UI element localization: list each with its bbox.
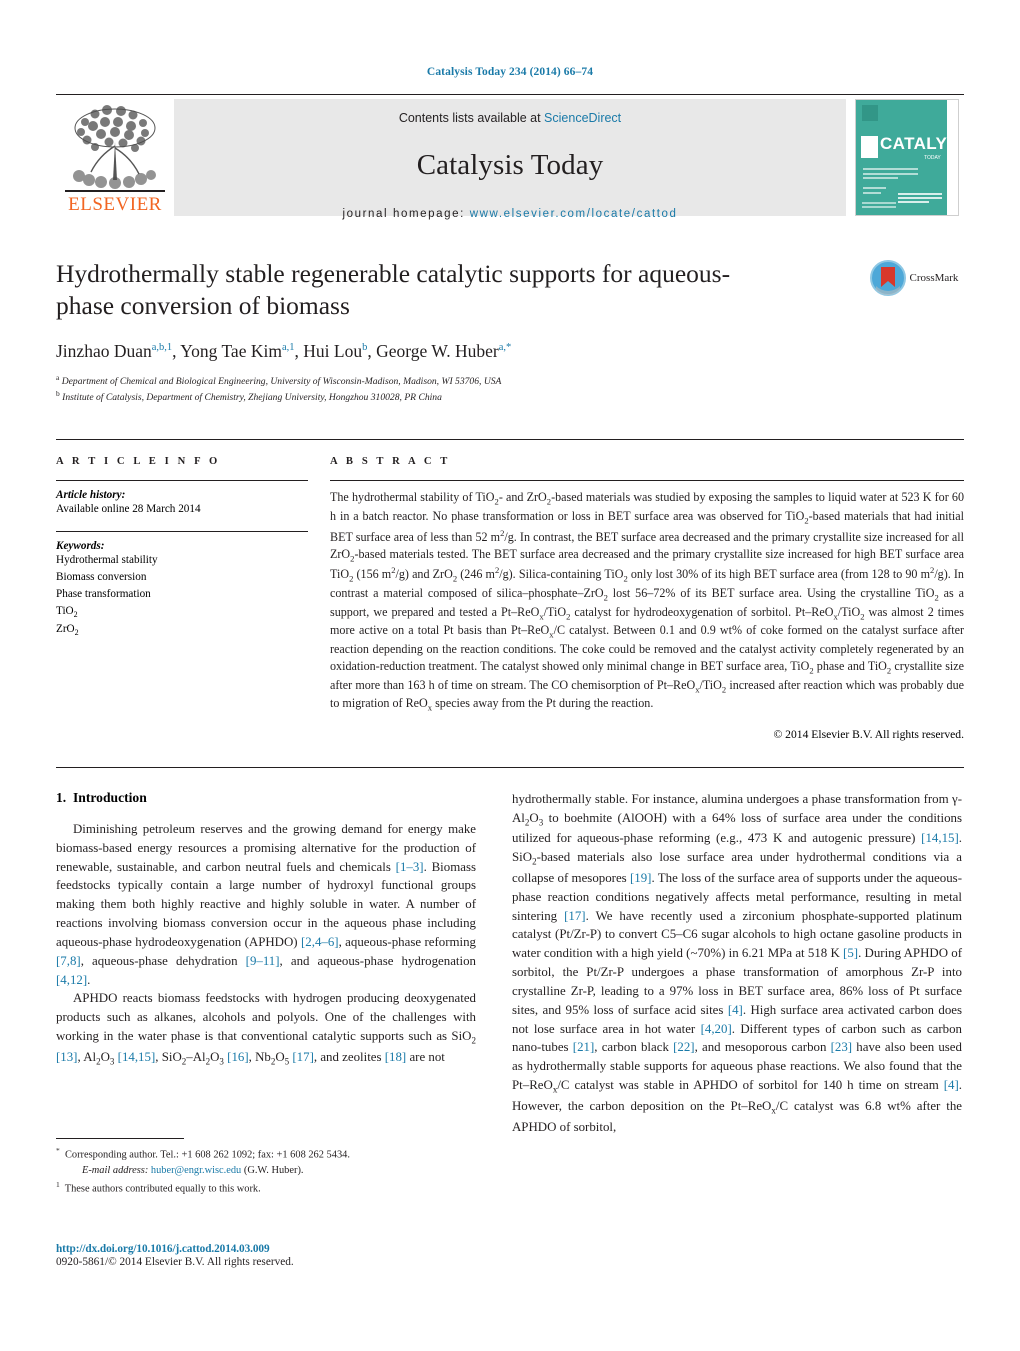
author-list: Jinzhao Duana,b,1, Yong Tae Kima,1, Hui … — [56, 341, 512, 362]
affiliation-b-text: Institute of Catalysis, Department of Ch… — [62, 392, 442, 404]
divider — [56, 531, 308, 533]
article-page: Catalysis Today 234 (2014) 66–74 ELSEVIE… — [0, 0, 1020, 1351]
homepage-url-link[interactable]: www.elsevier.com/locate/cattod — [470, 208, 678, 220]
keywords-label: Keywords: — [56, 540, 105, 553]
doi-link[interactable]: http://dx.doi.org/10.1016/j.cattod.2014.… — [56, 1243, 536, 1255]
affiliation-a: a Department of Chemical and Biological … — [56, 373, 502, 388]
article-info-heading: A R T I C L E I N F O — [56, 456, 221, 468]
affiliations: a Department of Chemical and Biological … — [56, 373, 964, 405]
keywords-list: Hydrothermal stability Biomass conversio… — [56, 552, 308, 639]
journal-masthead: ELSEVIER Contents lists available at Sci… — [56, 94, 964, 220]
copyright-line: © 2014 Elsevier B.V. All rights reserved… — [773, 727, 964, 741]
footnote-rule — [56, 1138, 184, 1139]
footnote-corresponding-author: * Corresponding author. Tel.: +1 608 262… — [56, 1146, 350, 1161]
footnote-equal-contribution: 1 These authors contributed equally to t… — [56, 1179, 261, 1195]
cover-sciencedirect-mark — [898, 193, 942, 205]
running-head: Catalysis Today 234 (2014) 66–74 — [426, 66, 594, 78]
affiliation-a-text: Department of Chemical and Biological En… — [61, 376, 502, 388]
doi-block: http://dx.doi.org/10.1016/j.cattod.2014.… — [56, 1243, 536, 1268]
article-history-label: Article history: — [56, 489, 126, 502]
footnote-equal-text: These authors contributed equally to thi… — [64, 1183, 261, 1195]
body-region: 1. Introduction Diminishing petroleum re… — [56, 766, 964, 1136]
cover-logo-box — [861, 136, 878, 158]
email-suffix: (G.W. Huber). — [243, 1165, 304, 1177]
keyword-item: Hydrothermal stability — [56, 554, 158, 567]
cover-elsevier-icon — [862, 105, 878, 121]
intro-paragraph-2-part1: APHDO reacts biomass feedstocks with hyd… — [56, 991, 476, 1067]
elsevier-wordmark: ELSEVIER — [68, 194, 162, 215]
journal-title: Catalysis Today — [416, 149, 604, 181]
article-history-value: Available online 28 March 2014 — [56, 503, 201, 516]
elsevier-rule — [65, 190, 165, 192]
abstract-text: The hydrothermal stability of TiO2- and … — [330, 490, 965, 713]
crossmark-icon — [869, 260, 906, 296]
email-label: E-mail address: — [82, 1165, 149, 1177]
journal-cover-thumbnail: CATALYSIS TODAY — [846, 99, 964, 216]
divider — [56, 480, 308, 482]
info-abstract-region: A R T I C L E I N F O Article history: A… — [56, 439, 964, 741]
issn-copyright-line: 0920-5861/© 2014 Elsevier B.V. All right… — [56, 1256, 294, 1268]
page-title: Hydrothermally stable regenerable cataly… — [56, 259, 731, 321]
keyword-item: TiO2 — [56, 604, 78, 619]
body-column-right: hydrothermally stable. For instance, alu… — [512, 790, 962, 1136]
elsevier-tree-icon — [73, 105, 156, 190]
elsevier-logo: ELSEVIER — [56, 99, 174, 216]
divider — [330, 480, 964, 482]
masthead-center: Contents lists available at ScienceDirec… — [174, 99, 846, 220]
cover-title-text: CATALYSIS — [880, 134, 959, 153]
footnote-email: E-mail address: huber@engr.wisc.edu (G.W… — [56, 1163, 476, 1179]
cover-text-lines — [863, 168, 939, 196]
footnote-corresponding-text: Corresponding author. Tel.: +1 608 262 1… — [64, 1149, 350, 1161]
affiliation-b: b Institute of Catalysis, Department of … — [56, 389, 442, 404]
article-info-column: A R T I C L E I N F O Article history: A… — [56, 456, 308, 741]
email-link[interactable]: huber@engr.wisc.edu — [151, 1165, 241, 1176]
intro-paragraph-2-part2: hydrothermally stable. For instance, alu… — [512, 791, 963, 1134]
contents-line: Contents lists available at ScienceDirec… — [399, 111, 621, 125]
crossmark-label: CrossMark — [909, 272, 959, 284]
section-title-text: Introduction — [73, 789, 147, 805]
cover-subtitle-text: TODAY — [924, 155, 941, 161]
abstract-column: A B S T R A C T The hydrothermal stabili… — [330, 456, 964, 741]
intro-paragraph-1: Diminishing petroleum reserves and the g… — [56, 821, 476, 987]
section-number: 1. — [56, 789, 67, 805]
abstract-heading: A B S T R A C T — [330, 456, 451, 468]
cover-bottom-lines — [862, 202, 896, 210]
keyword-item: Biomass conversion — [56, 571, 147, 584]
sciencedirect-link[interactable]: ScienceDirect — [544, 111, 621, 125]
footnotes-block: * Corresponding author. Tel.: +1 608 262… — [56, 1138, 476, 1197]
crossmark-badge[interactable]: CrossMark — [864, 260, 964, 296]
keyword-item: ZrO2 — [56, 622, 79, 638]
section-heading-introduction: 1. Introduction — [56, 790, 476, 806]
body-column-left: 1. Introduction Diminishing petroleum re… — [56, 790, 476, 1136]
keyword-item: Phase transformation — [56, 587, 151, 600]
title-block: Hydrothermally stable regenerable cataly… — [56, 258, 964, 405]
journal-homepage-line: journal homepage: www.elsevier.com/locat… — [342, 208, 677, 220]
contents-prefix: Contents lists available at — [398, 111, 545, 125]
homepage-prefix: journal homepage: — [342, 208, 470, 220]
